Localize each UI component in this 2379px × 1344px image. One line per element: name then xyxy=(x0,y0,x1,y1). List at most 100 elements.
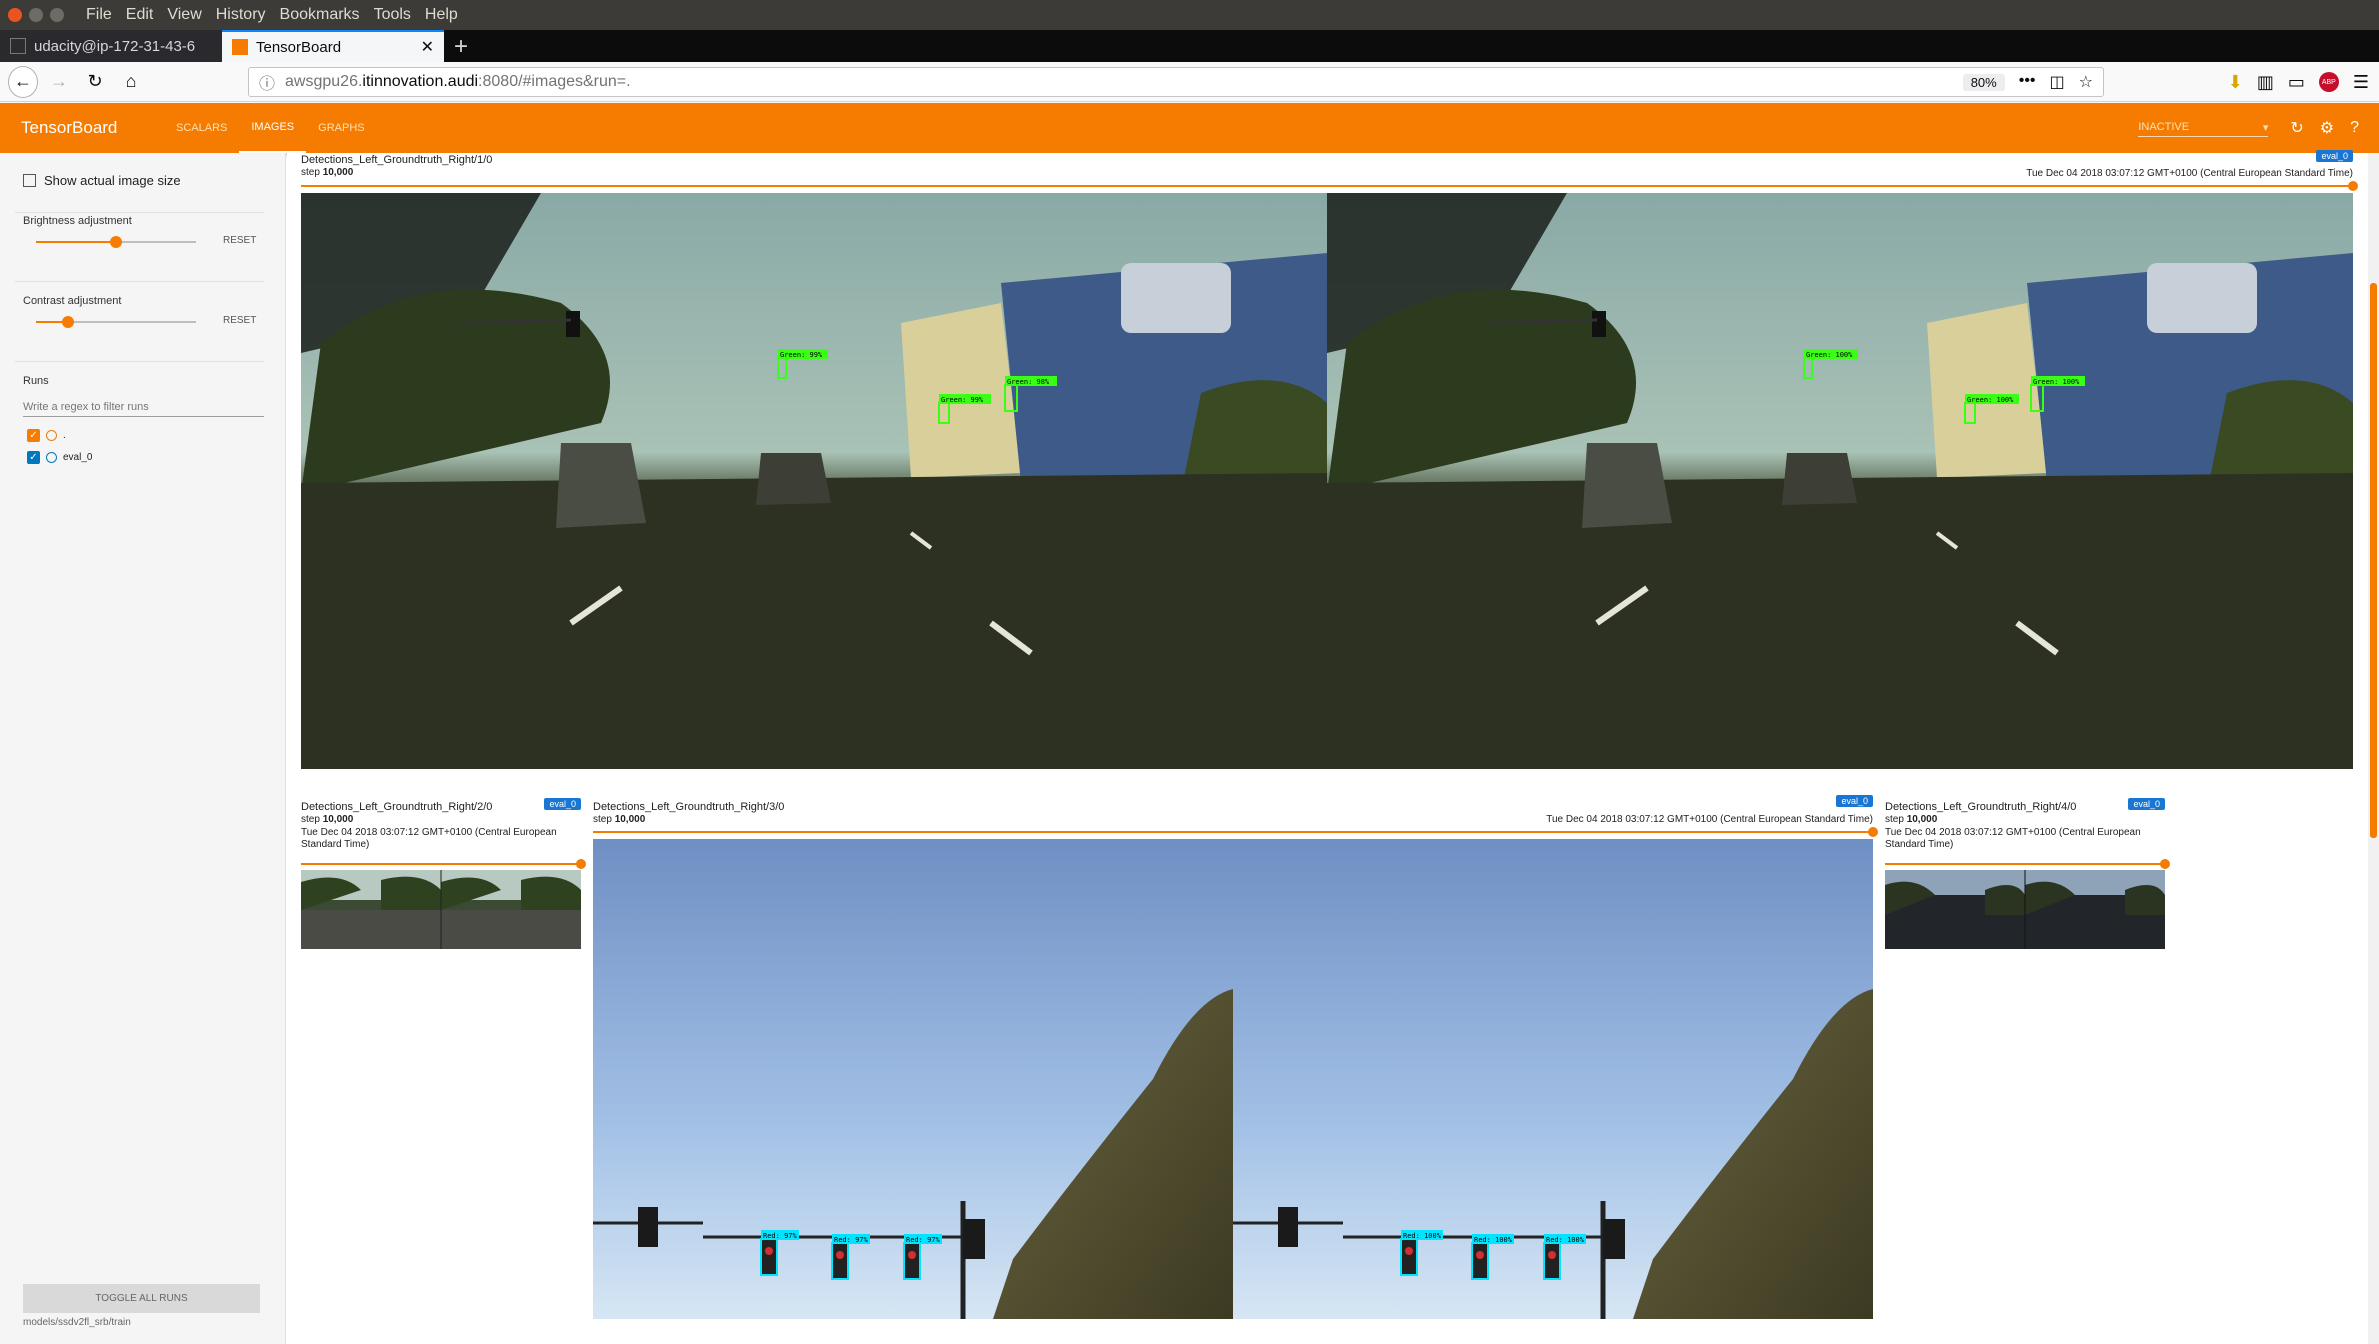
tab-title: udacity@ip-172-31-43-6 xyxy=(34,37,196,55)
hamburger-icon[interactable]: ☰ xyxy=(2353,72,2369,93)
step-slider-knob[interactable] xyxy=(2160,859,2170,869)
menu-edit[interactable]: Edit xyxy=(126,6,154,24)
card-timestamp-line1: Tue Dec 04 2018 03:07:12 GMT+0100 (Centr… xyxy=(301,827,557,838)
menu-tools[interactable]: Tools xyxy=(374,6,411,24)
sidebar-icon[interactable]: ▭ xyxy=(2288,72,2305,93)
contrast-label: Contrast adjustment xyxy=(23,295,122,307)
inactive-dashboards-select[interactable]: INACTIVE ▾ xyxy=(2138,119,2269,137)
runs-heading: Runs xyxy=(23,375,49,387)
step-label: step xyxy=(301,167,320,178)
url-prefix: awsgpu26. xyxy=(285,73,363,90)
step-value: 10,000 xyxy=(322,167,354,178)
svg-text:Red: 97%: Red: 97% xyxy=(906,1236,941,1244)
close-window-icon[interactable] xyxy=(8,8,22,22)
help-icon[interactable]: ? xyxy=(2350,119,2359,137)
download-icon[interactable]: ⬇ xyxy=(2228,72,2243,93)
detection-image: Red: 97% Red: 97% Red: 97% Red: 100% Red… xyxy=(593,839,1873,1319)
card-timestamp: Tue Dec 04 2018 03:07:12 GMT+0100 (Centr… xyxy=(1546,814,1873,825)
card-timestamp-line2: Standard Time) xyxy=(301,839,370,850)
home-icon[interactable]: ⌂ xyxy=(116,67,146,97)
brightness-slider[interactable] xyxy=(36,236,196,248)
more-icon[interactable]: ••• xyxy=(2019,72,2036,92)
step-value: 10,000 xyxy=(322,814,354,825)
step-slider-knob[interactable] xyxy=(1868,827,1878,837)
step-slider[interactable] xyxy=(301,185,2353,187)
run-color-icon xyxy=(46,430,57,441)
card-step: step 10,000 xyxy=(1885,814,1937,825)
card-title: Detections_Left_Groundtruth_Right/1/0 xyxy=(301,154,493,166)
refresh-icon[interactable]: ↻ xyxy=(2290,118,2303,138)
tensorboard-header: TensorBoard SCALARS IMAGES GRAPHS INACTIVE… xyxy=(0,103,2379,153)
step-slider[interactable] xyxy=(593,831,1873,833)
menu-view[interactable]: View xyxy=(167,6,201,24)
card-title: Detections_Left_Groundtruth_Right/2/0 xyxy=(301,801,493,813)
svg-text:Green: 100%: Green: 100% xyxy=(1967,396,2014,404)
run-filter-input[interactable]: Write a regex to filter runs xyxy=(23,401,264,417)
pocket-icon[interactable]: ◫ xyxy=(2050,72,2065,92)
card-timestamp-line1: Tue Dec 04 2018 03:07:12 GMT+0100 (Centr… xyxy=(1885,827,2141,838)
svg-text:Red: 100%: Red: 100% xyxy=(1474,1236,1513,1244)
page-actions: ••• ◫ ☆ xyxy=(2019,72,2093,92)
card-step: step 10,000 xyxy=(301,167,353,178)
step-label: step xyxy=(1885,814,1904,825)
forward-icon[interactable]: → xyxy=(44,67,74,97)
library-icon[interactable]: ▥ xyxy=(2257,72,2274,93)
tab-graphs[interactable]: GRAPHS xyxy=(306,103,376,153)
menu-history[interactable]: History xyxy=(216,6,266,24)
svg-text:Red: 97%: Red: 97% xyxy=(834,1236,869,1244)
step-slider-knob[interactable] xyxy=(2348,181,2358,191)
menu-help[interactable]: Help xyxy=(425,6,458,24)
brightness-reset-button[interactable]: RESET xyxy=(223,235,256,246)
settings-gear-icon[interactable]: ⚙ xyxy=(2320,118,2334,138)
step-slider[interactable] xyxy=(301,863,581,865)
browser-tools: ⬇ ▥ ▭ ABP ☰ xyxy=(2228,67,2369,97)
step-label: step xyxy=(593,814,612,825)
divider xyxy=(15,281,264,282)
maximize-window-icon[interactable] xyxy=(50,8,64,22)
menu-bookmarks[interactable]: Bookmarks xyxy=(280,6,360,24)
url-suffix: :8080/#images&run=. xyxy=(478,73,631,90)
run-name: eval_0 xyxy=(63,452,93,463)
run-color-icon xyxy=(46,452,57,463)
run-row-dot[interactable]: ✓ . xyxy=(27,429,66,442)
app-title: TensorBoard xyxy=(21,118,118,137)
scrollbar-thumb[interactable] xyxy=(2370,283,2377,838)
star-icon[interactable]: ☆ xyxy=(2079,72,2093,92)
card-title: Detections_Left_Groundtruth_Right/3/0 xyxy=(593,801,785,813)
url-bar[interactable]: ⓘ awsgpu26. itinnovation.audi:8080/#image… xyxy=(248,67,2104,97)
close-tab-icon[interactable]: ✕ xyxy=(421,37,434,57)
toggle-all-runs-button[interactable]: TOGGLE ALL RUNS xyxy=(23,1284,260,1313)
show-actual-size-option[interactable]: Show actual image size xyxy=(23,173,263,188)
new-tab-button[interactable]: + xyxy=(444,32,478,62)
card-title: Detections_Left_Groundtruth_Right/4/0 xyxy=(1885,801,2077,813)
page-scrollbar[interactable] xyxy=(2368,153,2379,1344)
street-scene-image: Green: 99% Green: 99% Green: 98% Green: … xyxy=(301,193,2353,769)
menu-file[interactable]: File xyxy=(86,6,112,24)
tab-scalars[interactable]: SCALARS xyxy=(164,103,239,153)
tab-tensorboard[interactable]: TensorBoard ✕ xyxy=(222,30,444,62)
run-checkbox[interactable]: ✓ xyxy=(27,451,40,464)
divider xyxy=(15,361,264,362)
contrast-reset-button[interactable]: RESET xyxy=(223,315,256,326)
sidebar: Show actual image size Brightness adjust… xyxy=(0,153,286,1344)
contrast-slider[interactable] xyxy=(36,316,196,328)
header-tools: INACTIVE ▾ ↻ ⚙ ? xyxy=(2138,103,2359,153)
tab-terminal[interactable]: udacity@ip-172-31-43-6 xyxy=(0,30,222,62)
info-icon[interactable]: ⓘ xyxy=(259,70,275,94)
os-menu-bar: File Edit View History Bookmarks Tools Help xyxy=(0,0,2379,30)
minimize-window-icon[interactable] xyxy=(29,8,43,22)
contrast-knob[interactable] xyxy=(62,316,74,328)
show-actual-size-checkbox[interactable] xyxy=(23,174,36,187)
run-checkbox[interactable]: ✓ xyxy=(27,429,40,442)
zoom-level[interactable]: 80% xyxy=(1962,73,2005,91)
tab-images[interactable]: IMAGES xyxy=(239,103,307,153)
run-badge: eval_0 xyxy=(544,798,581,810)
brightness-knob[interactable] xyxy=(110,236,122,248)
adblock-icon[interactable]: ABP xyxy=(2318,72,2339,92)
step-slider-knob[interactable] xyxy=(576,859,586,869)
reload-icon[interactable]: ↻ xyxy=(80,67,110,97)
back-button[interactable]: ← xyxy=(8,65,38,98)
svg-text:Red: 97%: Red: 97% xyxy=(763,1232,798,1240)
run-row-eval[interactable]: ✓ eval_0 xyxy=(27,451,92,464)
step-slider[interactable] xyxy=(1885,863,2165,865)
